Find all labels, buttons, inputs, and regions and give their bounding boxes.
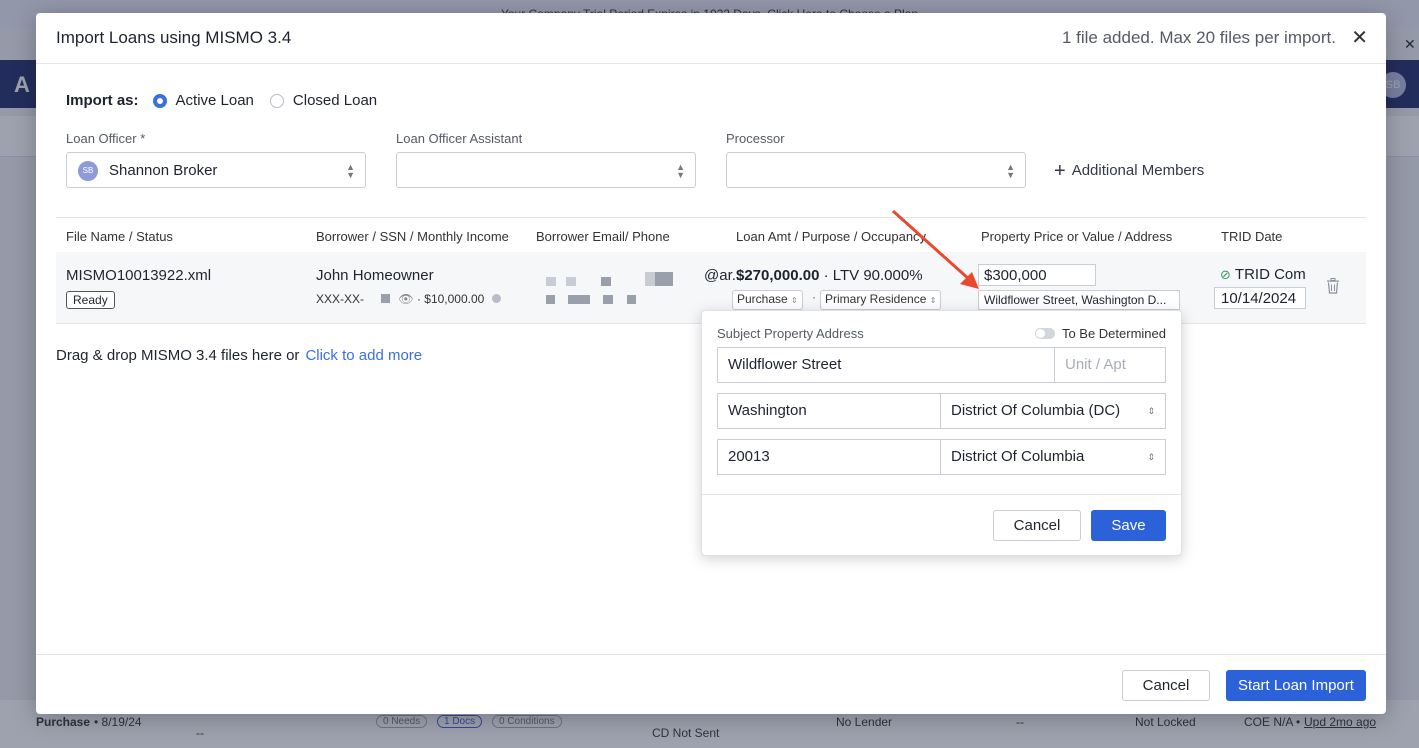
column-header: Borrower / SSN / Monthly Income [316,229,509,244]
unit-input[interactable]: Unit / Apt [1054,347,1166,383]
address-popover: Subject Property Address To Be Determine… [701,310,1182,556]
select-value: Shannon Broker [109,162,218,179]
purpose-select[interactable]: Purchase ⇕ [732,290,803,310]
loan-amount: $270,000.00 [736,267,820,284]
eye-icon[interactable]: 👁 [398,292,413,306]
additional-members-button[interactable]: + Additional Members [1054,160,1204,183]
table-header: File Name / Status Borrower / SSN / Mont… [56,217,1366,253]
start-loan-import-button[interactable]: Start Loan Import [1226,670,1366,701]
divider [702,494,1181,495]
city-input[interactable]: Washington [717,393,941,429]
street-input[interactable]: Wildflower Street [717,347,1055,383]
modal-header: Import Loans using MISMO 3.4 1 file adde… [36,13,1386,64]
ssn-income: XXX-XX- 👁 · $10,000.00 [316,292,501,306]
zip-input[interactable]: 20013 [717,439,941,475]
redacted-block [645,272,656,286]
occupancy-select[interactable]: Primary Residence ⇕ [820,290,942,310]
radio-label: Closed Loan [292,92,378,109]
redacted-block [627,295,637,304]
column-header: TRID Date [1221,229,1283,244]
county-select[interactable]: District Of Columbia ⇕ [940,439,1166,475]
trid-date-input[interactable]: 10/14/2024 [1214,287,1306,309]
close-icon[interactable]: ✕ [1351,25,1368,50]
trash-icon[interactable] [1326,278,1340,294]
column-header: Loan Amt / Purpose / Occupancy [736,229,927,244]
redacted-email [546,272,674,291]
loan-officer-assistant-select[interactable]: ▲ ▼ [396,152,696,188]
modal-footer: Cancel Start Loan Import [36,654,1386,715]
sort-caret-icon: ⇕ [1147,406,1155,416]
toggle-label: To Be Determined [1061,326,1166,341]
redacted-block [600,277,611,286]
column-header: File Name / Status [66,229,173,244]
status-badge: Ready [66,291,115,309]
loan-officer-label: Loan Officer * [66,131,146,146]
property-address-input[interactable]: Wildflower Street, Washington D... [978,290,1180,310]
add-more-link[interactable]: Click to add more [305,347,422,364]
purpose-value: Purchase [737,292,788,306]
loan-officer-select[interactable]: SB Shannon Broker ▲ ▼ [66,152,366,188]
cancel-button[interactable]: Cancel [1122,670,1210,701]
occupancy-value: Primary Residence [825,292,927,306]
radio-label: Active Loan [175,92,254,109]
trid-status: ⊘TRID Comp [1220,266,1306,283]
redacted-block [655,272,674,286]
redacted-block [546,295,555,304]
redacted-block [578,295,591,304]
loan-officer-assistant-label: Loan Officer Assistant [396,131,523,146]
state-select[interactable]: District Of Columbia (DC) ⇕ [940,393,1166,429]
trid-status-label: TRID Comp [1234,266,1306,283]
separator: · [812,290,816,304]
monthly-income: · $10,000.00 [416,292,485,306]
sort-caret-icon: ▲ ▼ [1006,162,1015,180]
file-name: MISMO10013922.xml [66,267,212,284]
loan-amount-ltv: $270,000.00 · LTV 90.000% [736,267,923,284]
additional-members-label: Additional Members [1071,162,1205,179]
borrower-name: John Homeowner [316,267,434,284]
redacted-block [566,277,577,286]
sort-caret-icon: ⇕ [791,296,798,305]
radio-unchecked-icon [269,93,284,108]
redacted-block [602,295,613,304]
info-icon[interactable] [491,294,501,303]
to-be-determined-toggle[interactable]: To Be Determined [1034,326,1166,341]
ssn-prefix: XXX-XX- [316,292,365,306]
radio-checked-icon [152,93,167,108]
redacted-block [381,294,391,303]
column-header: Property Price or Value / Address [981,229,1173,244]
radio-active-loan[interactable]: Active Loan [152,92,254,109]
toggle-switch-icon[interactable] [1034,328,1055,339]
radio-closed-loan[interactable]: Closed Loan [269,92,378,109]
ltv: · LTV 90.000% [823,267,923,284]
import-as-group: Import as: Active Loan Closed Loan [66,92,393,109]
cancel-button[interactable]: Cancel [993,510,1081,541]
sort-caret-icon: ▲ ▼ [346,162,355,180]
processor-label: Processor [726,131,785,146]
sort-caret-icon: ▲ ▼ [676,162,685,180]
modal-title: Import Loans using MISMO 3.4 [56,28,292,47]
redacted-block [546,277,556,286]
drop-text: Drag & drop MISMO 3.4 files here or [56,347,300,364]
plus-icon: + [1054,160,1066,182]
county-value: District Of Columbia [951,448,1085,465]
property-price-input[interactable]: $300,000 [978,264,1096,286]
import-as-label: Import as: [66,92,139,109]
column-header: Borrower Email/ Phone [536,229,670,244]
avatar: SB [78,161,98,181]
sort-caret-icon: ⇕ [929,296,937,305]
processor-select[interactable]: ▲ ▼ [726,152,1026,188]
drop-zone[interactable]: Drag & drop MISMO 3.4 files here or Click… [56,347,422,364]
sort-caret-icon: ⇕ [1147,452,1155,462]
redacted-phone [546,291,637,309]
file-count-status: 1 file added. Max 20 files per import. [1061,28,1336,47]
redacted-block [568,295,579,304]
state-value: District Of Columbia (DC) [951,402,1121,419]
save-button[interactable]: Save [1091,510,1166,541]
popover-title: Subject Property Address [717,326,864,341]
check-circle-icon: ⊘ [1220,267,1231,282]
